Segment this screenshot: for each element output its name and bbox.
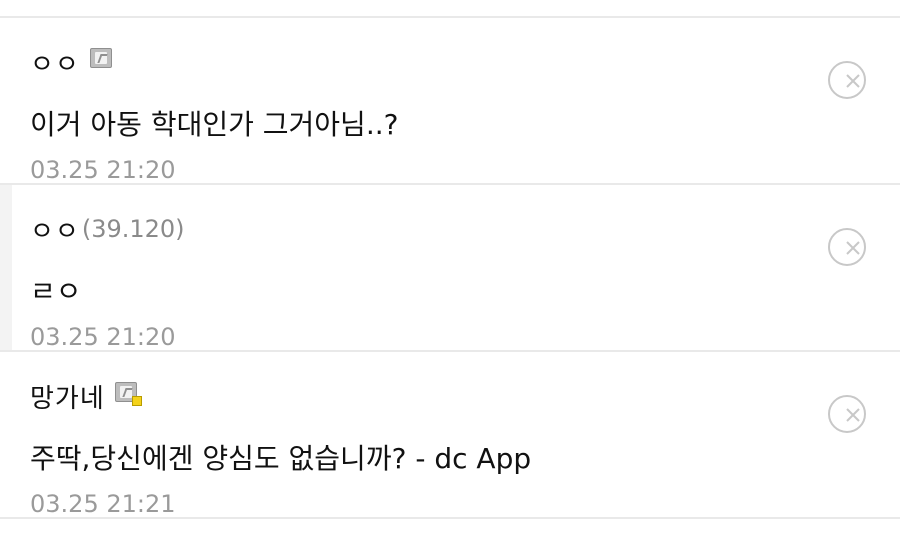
comment-author-line: ㅇㅇ (39.120) xyxy=(30,209,185,249)
comment-reply-item: ㅇㅇ (39.120) ㄹㅇ 03.25 21:20 xyxy=(0,185,900,351)
circle-x-icon xyxy=(846,74,860,88)
circle-x-icon xyxy=(846,408,860,422)
circle-x-icon xyxy=(846,241,860,255)
comment-author-line: 망가네 xyxy=(30,376,142,416)
comment-list: ㅇㅇ 이거 아동 학대인가 그거아님..? 03.25 21:20 ㅇㅇ (39… xyxy=(0,0,900,533)
comment-text: 주딱,당신에겐 양심도 없습니까? - dc App xyxy=(30,442,532,475)
reply-indent xyxy=(0,185,12,351)
comment-text: 이거 아동 학대인가 그거아님..? xyxy=(30,108,399,141)
fixed-nick-member-icon xyxy=(114,382,142,406)
comment-author[interactable]: 망가네 xyxy=(30,378,105,415)
delete-comment-button[interactable] xyxy=(828,395,866,433)
divider xyxy=(0,517,900,519)
delete-comment-button[interactable] xyxy=(828,228,866,266)
gold-badge-icon xyxy=(131,396,142,406)
delete-comment-button[interactable] xyxy=(828,61,866,99)
comment-author[interactable]: ㅇㅇ xyxy=(30,44,80,81)
comment-item: ㅇㅇ 이거 아동 학대인가 그거아님..? 03.25 21:20 xyxy=(0,18,900,184)
gallery-member-icon xyxy=(89,48,112,68)
comment-ip: (39.120) xyxy=(81,215,185,243)
comment-item: 망가네 주딱,당신에겐 양심도 없습니까? - dc App 03.25 21:… xyxy=(0,352,900,518)
comment-author[interactable]: ㅇㅇ xyxy=(30,211,80,248)
comment-text: ㄹㅇ xyxy=(30,275,82,308)
comment-author-line: ㅇㅇ xyxy=(30,42,112,82)
